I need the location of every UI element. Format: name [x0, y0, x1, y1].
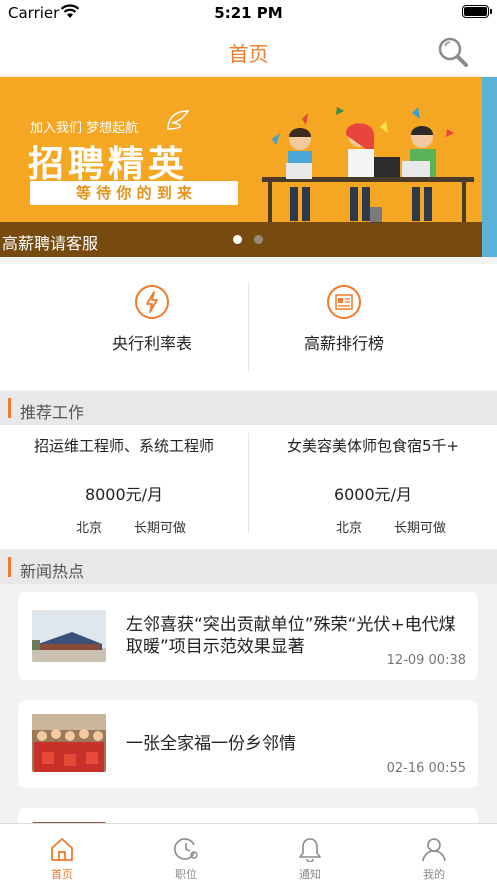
- section-accent-bar: [8, 557, 11, 577]
- nav-bar: 首页: [0, 26, 497, 76]
- news-card[interactable]: 一张全家福一份乡邻情 02-16 00:55: [18, 700, 478, 788]
- job-city: 北京: [76, 521, 103, 536]
- banner-slogan: 加入我们 梦想起航: [30, 121, 139, 136]
- carousel-dot[interactable]: [254, 235, 263, 244]
- job-city: 北京: [336, 521, 363, 536]
- news-title: 左邻喜获“突出贡献单位”殊荣“光伏+电代煤取暖”项目示范效果显著: [126, 615, 456, 657]
- tab-label: 首页: [51, 868, 73, 881]
- lightning-icon: [135, 285, 169, 319]
- news-time: 12-09 00:38: [386, 653, 466, 668]
- tab-bar: 首页 职位 通知 我的: [0, 823, 497, 883]
- news-card[interactable]: 左邻喜获“突出贡献单位”殊荣“光伏+电代煤取暖”项目示范效果显著 12-09 0…: [18, 592, 478, 680]
- quick-link-label: 高薪排行榜: [303, 334, 384, 353]
- banner-headline: 招聘精英: [28, 144, 189, 185]
- quick-links: 央行利率表 高薪排行榜: [0, 264, 497, 390]
- next-slide-peek: [482, 77, 497, 257]
- recommended-jobs: 招运维工程师、系统工程师 8000元/月 北京 长期可做 女美容美体师包食宿5千…: [0, 425, 497, 549]
- tab-label: 通知: [299, 868, 321, 881]
- clock-icon: [174, 838, 198, 860]
- section-title: 新闻热点: [20, 562, 85, 581]
- user-icon: [422, 838, 446, 862]
- home-icon: [51, 838, 73, 861]
- news-thumbnail: [32, 610, 106, 662]
- page-title: 首页: [228, 42, 269, 66]
- search-icon[interactable]: [437, 36, 469, 68]
- news-thumbnail: [32, 714, 106, 772]
- newspaper-icon: [327, 285, 361, 319]
- tab-jobs[interactable]: 职位: [124, 824, 248, 883]
- section-accent-bar: [8, 398, 11, 418]
- office-team-illustration: [262, 107, 474, 223]
- banner-sub-headline: 等 待 你 的 到 来: [30, 181, 238, 205]
- news-title: 一张全家福一份乡邻情: [126, 734, 296, 754]
- status-bar: Carrier 5:21 PM: [0, 0, 497, 26]
- job-title: 招运维工程师、系统工程师: [33, 437, 214, 455]
- news-time: 02-16 00:55: [386, 761, 466, 776]
- battery-icon: [462, 5, 492, 18]
- tab-profile[interactable]: 我的: [372, 824, 496, 883]
- carousel-dot-active[interactable]: [233, 235, 242, 244]
- quick-link-label: 央行利率表: [111, 334, 192, 353]
- job-term: 长期可做: [134, 521, 187, 536]
- section-header-news: 新闻热点: [0, 550, 497, 584]
- job-title: 女美容美体师包食宿5千+: [286, 437, 460, 455]
- section-header-recommended: 推荐工作: [0, 391, 497, 425]
- tab-label: 我的: [423, 868, 445, 881]
- tab-label: 职位: [175, 868, 197, 881]
- tab-notifications[interactable]: 通知: [248, 824, 372, 883]
- bell-icon: [299, 838, 321, 862]
- wing-icon: [167, 110, 190, 130]
- banner-caption: 高薪聘请客服: [2, 234, 99, 253]
- status-time: 5:21 PM: [214, 4, 283, 22]
- job-salary: 8000元/月: [84, 485, 164, 504]
- quick-links-divider: [248, 282, 249, 372]
- job-salary: 6000元/月: [333, 485, 413, 504]
- job-term: 长期可做: [394, 521, 447, 536]
- tab-home[interactable]: 首页: [0, 824, 124, 883]
- section-title: 推荐工作: [20, 403, 85, 422]
